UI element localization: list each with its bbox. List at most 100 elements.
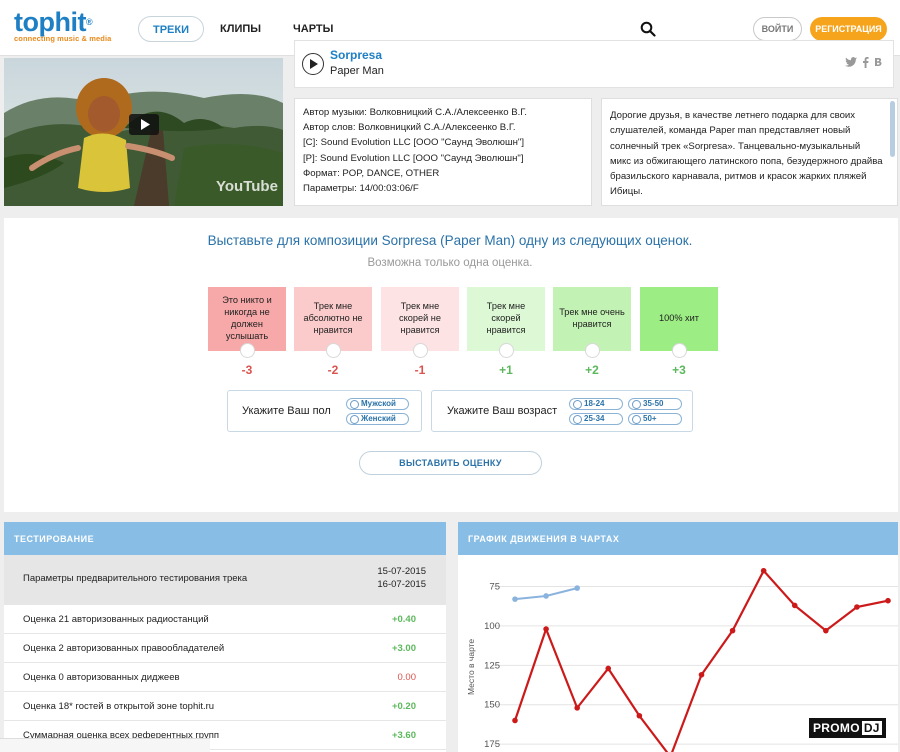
testing-row-label: Оценка 0 авторизованных диджеев: [23, 672, 180, 683]
tophit-logo[interactable]: tophit® connecting music & media: [14, 8, 111, 43]
chart-point: [636, 712, 643, 719]
main-nav: ТРЕКИ КЛИПЫ ЧАРТЫ: [138, 16, 349, 42]
gender-selector: Укажите Ваш пол Мужской Женский: [227, 390, 422, 432]
rating-title: Выставьте для композиции Sorpresa (Paper…: [207, 233, 693, 248]
testing-row-label: Оценка 21 авторизованных радиостанций: [23, 614, 209, 625]
testing-params-row: Параметры предварительного тестирования …: [4, 555, 446, 605]
testing-dates: 15-07-2015 16-07-2015: [377, 565, 426, 591]
promo-dj-badge[interactable]: PROMO DJ: [809, 718, 886, 738]
age-50-plus-radio[interactable]: 50+: [628, 413, 682, 425]
testing-row: Оценка 18* гостей в открытой зоне tophit…: [4, 692, 446, 721]
testing-row-value: +3.60: [391, 730, 416, 741]
testing-row-value: 0.00: [397, 672, 417, 683]
testing-title: ТЕСТИРОВАНИЕ: [4, 522, 446, 555]
info-line: [P]: Sound Evolution LLC [ООО "Саунд Эво…: [303, 152, 524, 164]
chart-ytick-label: 100: [484, 621, 500, 632]
testing-panel: ТЕСТИРОВАНИЕ Параметры предварительного …: [4, 522, 446, 752]
gender-label: Укажите Ваш пол: [242, 405, 331, 417]
track-title[interactable]: Sorpresa: [330, 48, 382, 62]
chart-point: [574, 585, 580, 591]
info-line: Автор слов: Волковницкий С.А./Алексеенко…: [303, 122, 516, 134]
chart-point: [823, 627, 829, 634]
testing-row-label: Оценка 2 авторизованных правообладателей: [23, 643, 225, 654]
age-selector: Укажите Ваш возраст 18-24 35-50 25-34 50…: [431, 390, 693, 432]
rating-panel: Выставьте для композиции Sorpresa (Paper…: [4, 218, 898, 512]
testing-row-value: +0.40: [391, 614, 416, 625]
track-artist[interactable]: Paper Man: [330, 65, 384, 77]
login-button[interactable]: ВОЙТИ: [753, 17, 802, 41]
testing-row-value: +3.00: [391, 643, 416, 654]
testing-date-to: 16-07-2015: [377, 579, 426, 590]
logo-text: tophit: [14, 7, 86, 37]
nav-charts[interactable]: ЧАРТЫ: [277, 16, 349, 42]
age-35-50-radio[interactable]: 35-50: [628, 398, 682, 410]
track-description: Дорогие друзья, в качестве летнего подар…: [601, 98, 898, 206]
track-info-box: Автор музыки: Волковницкий С.А./Алексеен…: [294, 98, 592, 206]
chart-point: [854, 604, 860, 610]
testing-row: Оценка 0 авторизованных диджеев 0.00: [4, 663, 446, 692]
rating-radio-5[interactable]: [585, 343, 600, 358]
rating-option-5[interactable]: Трек мне очень нравится: [553, 287, 631, 351]
twitter-icon[interactable]: [845, 57, 857, 71]
age-label: Укажите Ваш возраст: [447, 405, 558, 417]
video-player[interactable]: YouTube: [4, 58, 283, 206]
rating-option-6[interactable]: 100% хит: [640, 287, 718, 351]
rating-option-3[interactable]: Трек мне скорей не нравится: [381, 287, 459, 351]
chart-point: [791, 602, 798, 609]
gender-female-radio[interactable]: Женский: [346, 413, 409, 425]
nav-tracks[interactable]: ТРЕКИ: [138, 16, 205, 42]
rating-option-1[interactable]: Это никто и никогда не должен услышать: [208, 287, 286, 351]
chart-point: [543, 626, 549, 632]
dj-text: DJ: [861, 721, 882, 735]
testing-row: Оценка 2 авторизованных правообладателей…: [4, 634, 446, 663]
rating-radio-1[interactable]: [240, 343, 255, 358]
vk-icon[interactable]: [874, 57, 883, 71]
rating-score-4: +1: [499, 363, 513, 377]
chart-point: [574, 705, 580, 711]
rating-subtitle: Возможна только одна оценка.: [367, 257, 533, 269]
play-track-icon[interactable]: [302, 53, 324, 75]
rating-radio-6[interactable]: [672, 343, 687, 358]
testing-params-label: Параметры предварительного тестирования …: [23, 573, 248, 584]
info-line: Автор музыки: Волковницкий С.А./Алексеен…: [303, 107, 527, 118]
rating-score-2: -2: [327, 363, 339, 377]
facebook-icon[interactable]: [862, 57, 869, 71]
chart-point: [605, 665, 612, 672]
track-bar: Sorpresa Paper Man: [294, 40, 894, 88]
testing-date-from: 15-07-2015: [377, 566, 426, 577]
rating-option-4[interactable]: Трек мне скорей нравится: [467, 287, 545, 351]
chart-y-axis-label: Место в чарте: [466, 639, 476, 695]
chart-ytick-label: 125: [484, 660, 500, 671]
chart-ytick-label: 175: [484, 739, 500, 750]
nav-clips[interactable]: КЛИПЫ: [204, 16, 277, 42]
chart-point: [512, 596, 518, 602]
promo-text: PROMO: [813, 721, 860, 735]
testing-row-value: +0.20: [391, 701, 416, 712]
rating-radio-2[interactable]: [326, 343, 341, 358]
youtube-watermark: YouTube: [216, 178, 278, 195]
rating-option-2[interactable]: Трек мне абсолютно не нравится: [294, 287, 372, 351]
testing-row: Оценка 21 авторизованных радиостанций +0.…: [4, 605, 446, 634]
rating-radio-4[interactable]: [499, 343, 514, 358]
rating-score-1: -3: [241, 363, 253, 377]
rating-score-5: +2: [585, 363, 599, 377]
age-18-24-radio[interactable]: 18-24: [569, 398, 623, 410]
chart-title: ГРАФИК ДВИЖЕНИЯ В ЧАРТАХ: [458, 522, 898, 555]
info-line: Параметры: 14/00:03:06/F: [303, 183, 419, 195]
chart-ytick-label: 75: [489, 582, 500, 593]
chart-point: [760, 567, 767, 574]
info-line: [C]: Sound Evolution LLC [ООО "Саунд Эво…: [303, 137, 525, 149]
rating-radio-3[interactable]: [413, 343, 428, 358]
chart-point: [729, 627, 736, 634]
submit-rating-button[interactable]: ВЫСТАВИТЬ ОЦЕНКУ: [359, 451, 542, 475]
bottom-strip: [0, 738, 210, 752]
register-button[interactable]: РЕГИСТРАЦИЯ: [810, 17, 887, 41]
age-25-34-radio[interactable]: 25-34: [569, 413, 623, 425]
search-icon[interactable]: [640, 21, 656, 37]
description-scrollbar[interactable]: [890, 101, 895, 157]
gender-male-radio[interactable]: Мужской: [346, 398, 409, 410]
rating-score-6: +3: [672, 363, 686, 377]
chart-ytick-label: 150: [484, 700, 500, 711]
description-text: Дорогие друзья, в качестве летнего подар…: [610, 110, 883, 198]
chart-point: [543, 593, 549, 599]
